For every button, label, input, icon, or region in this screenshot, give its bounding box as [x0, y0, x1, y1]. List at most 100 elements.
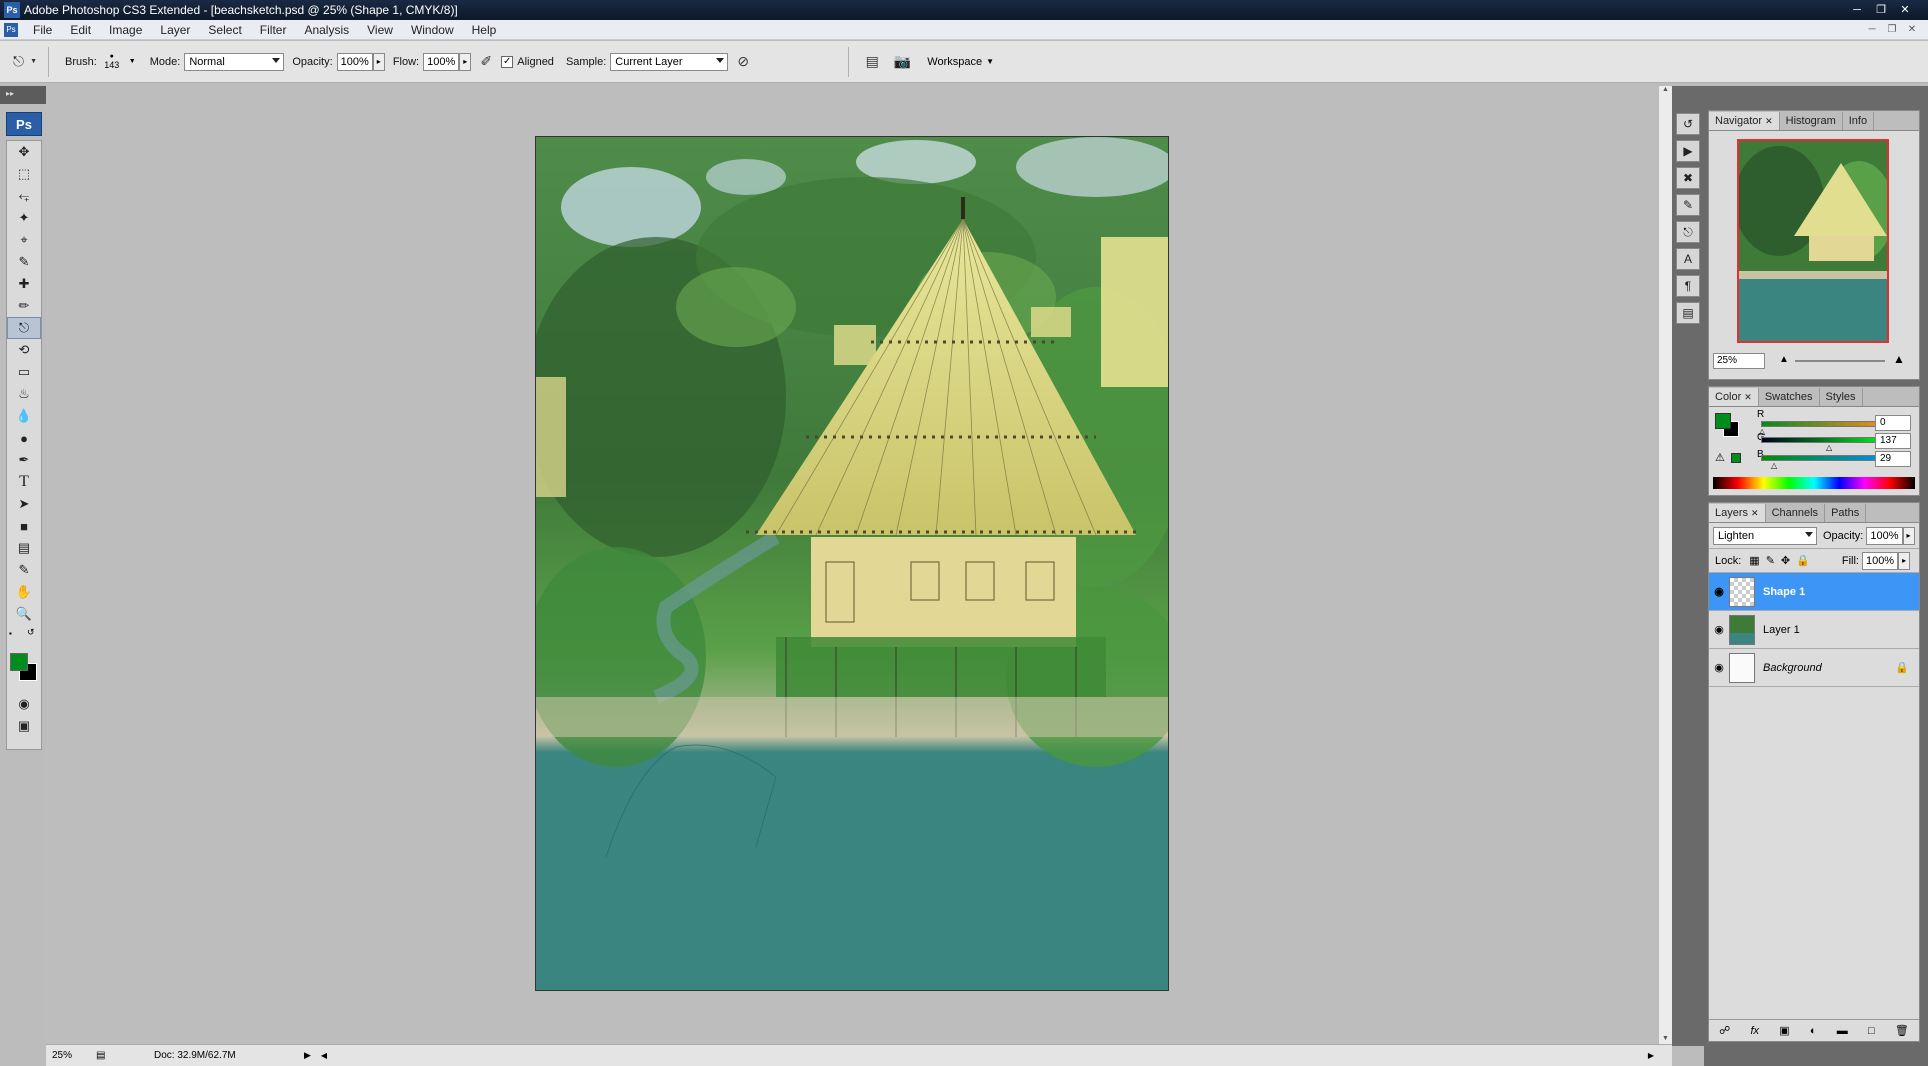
default-colors-icon[interactable]: ▪: [9, 629, 12, 638]
b-slider[interactable]: [1761, 455, 1893, 461]
document-icon[interactable]: Ps: [4, 22, 18, 37]
fill-arrow-icon[interactable]: ▸: [1898, 551, 1911, 570]
layer-style-icon[interactable]: fx: [1750, 1025, 1759, 1037]
tab-swatches[interactable]: Swatches: [1759, 388, 1820, 406]
path-selection-tool-icon[interactable]: ➤: [7, 493, 41, 515]
menu-image[interactable]: Image: [100, 23, 151, 37]
tool-presets-icon[interactable]: ✖: [1676, 167, 1700, 189]
document-canvas[interactable]: [535, 136, 1169, 991]
history-panel-icon[interactable]: ↺: [1676, 113, 1700, 135]
aligned-checkbox[interactable]: ✓: [501, 55, 514, 68]
tab-channels[interactable]: Channels: [1766, 504, 1826, 522]
menu-file[interactable]: File: [24, 23, 61, 37]
hand-tool-icon[interactable]: ✋: [7, 581, 41, 603]
lasso-tool-icon[interactable]: ⥆: [7, 185, 41, 207]
brush-picker[interactable]: ● 143: [101, 53, 123, 70]
tab-info[interactable]: Info: [1843, 112, 1875, 130]
brush-dropdown-icon[interactable]: ▼: [129, 58, 136, 65]
eraser-tool-icon[interactable]: ▭: [7, 361, 41, 383]
lock-position-icon[interactable]: ✥: [1781, 554, 1790, 567]
close-icon[interactable]: ✕: [1894, 2, 1916, 18]
doc-close-icon[interactable]: ✕: [1904, 23, 1920, 37]
tab-styles[interactable]: Styles: [1820, 388, 1863, 406]
blur-tool-icon[interactable]: 💧: [7, 405, 41, 427]
new-group-icon[interactable]: ▬: [1837, 1025, 1848, 1037]
layer-row-layer-1[interactable]: ◉ Layer 1: [1709, 611, 1919, 649]
fill-input[interactable]: 100%: [1861, 551, 1899, 570]
ignore-adjustment-layers-icon[interactable]: ⊘: [732, 51, 754, 73]
adjustment-layer-icon[interactable]: ◐: [1810, 1025, 1817, 1037]
vertical-scrollbar[interactable]: ▲ ▼: [1658, 86, 1672, 1044]
lock-image-icon[interactable]: ✎: [1766, 554, 1775, 567]
brushes-panel-icon[interactable]: ✎: [1676, 194, 1700, 216]
layer-name[interactable]: Layer 1: [1763, 624, 1800, 636]
tab-color[interactable]: Color ✕: [1709, 388, 1759, 406]
menu-window[interactable]: Window: [402, 23, 463, 37]
layer-name[interactable]: Background: [1763, 662, 1822, 674]
hscroll-right-icon[interactable]: ▶: [1648, 1051, 1654, 1060]
menu-help[interactable]: Help: [463, 23, 506, 37]
opacity-arrow-icon[interactable]: ▸: [372, 52, 385, 71]
navigator-thumbnail[interactable]: [1737, 139, 1889, 343]
gamut-color-chip[interactable]: [1731, 453, 1741, 463]
menu-filter[interactable]: Filter: [251, 23, 296, 37]
character-panel-icon[interactable]: A: [1676, 248, 1700, 270]
bridge-icon[interactable]: 📷: [891, 51, 913, 73]
workspace-button[interactable]: Workspace ▼: [927, 56, 994, 68]
layer-mask-icon[interactable]: ▣: [1779, 1024, 1789, 1037]
airbrush-icon[interactable]: ✐: [475, 51, 497, 73]
menu-analysis[interactable]: Analysis: [295, 23, 358, 37]
clone-source-icon[interactable]: ⎋: [1676, 221, 1700, 243]
delete-layer-icon[interactable]: 🗑: [1895, 1024, 1909, 1037]
toolbox-header[interactable]: ▸▸: [0, 86, 46, 104]
zoom-out-icon[interactable]: ▲: [1779, 354, 1789, 365]
doc-minimize-icon[interactable]: ─: [1864, 23, 1880, 37]
layer-row-shape-1[interactable]: ◉ Shape 1: [1709, 573, 1919, 611]
menu-select[interactable]: Select: [199, 23, 250, 37]
b-value[interactable]: 29: [1875, 451, 1911, 467]
paragraph-panel-icon[interactable]: ¶: [1676, 275, 1700, 297]
zoom-tool-icon[interactable]: 🔍: [7, 603, 41, 625]
tool-preset-picker[interactable]: ⎋ ▼: [13, 51, 37, 73]
magic-wand-tool-icon[interactable]: ✦: [7, 207, 41, 229]
new-layer-icon[interactable]: □: [1868, 1025, 1875, 1037]
navigator-zoom-slider[interactable]: [1795, 360, 1885, 362]
ps-logo-icon[interactable]: Ps: [6, 112, 42, 136]
restore-icon[interactable]: ❐: [1870, 2, 1892, 18]
status-icon[interactable]: ▤: [96, 1050, 114, 1061]
gamut-warning-icon[interactable]: ⚠: [1715, 451, 1725, 464]
blend-mode-select[interactable]: Lighten: [1713, 526, 1817, 545]
visibility-eye-icon[interactable]: ◉: [1709, 623, 1729, 636]
status-zoom[interactable]: 25%: [52, 1050, 96, 1061]
minimize-icon[interactable]: ─: [1846, 2, 1868, 18]
hscroll-left-icon[interactable]: ◀: [321, 1051, 327, 1060]
layer-opacity-arrow-icon[interactable]: ▸: [1902, 526, 1915, 545]
scroll-down-icon[interactable]: ▼: [1659, 1035, 1672, 1042]
g-slider-thumb-icon[interactable]: △: [1826, 443, 1832, 452]
brush-tool-icon[interactable]: ✏: [7, 295, 41, 317]
opacity-input[interactable]: 100%: [336, 52, 373, 71]
clone-stamp-tool-icon[interactable]: ⎋: [7, 317, 41, 339]
zoom-in-icon[interactable]: ▲: [1893, 352, 1905, 366]
swap-colors-icon[interactable]: ↺: [27, 627, 35, 638]
history-brush-tool-icon[interactable]: ⟲: [7, 339, 41, 361]
palette-well-icon[interactable]: ▤: [861, 51, 883, 73]
crop-tool-icon[interactable]: ⌖: [7, 229, 41, 251]
foreground-color-swatch[interactable]: [10, 653, 28, 671]
type-tool-icon[interactable]: T: [7, 471, 41, 493]
notes-tool-icon[interactable]: ▤: [7, 537, 41, 559]
layer-opacity-input[interactable]: 100%: [1866, 526, 1903, 545]
lock-transparent-icon[interactable]: ▦: [1749, 554, 1759, 567]
status-menu-arrow-icon[interactable]: ▶: [304, 1050, 311, 1061]
lock-all-icon[interactable]: 🔒: [1796, 554, 1810, 567]
visibility-eye-icon[interactable]: ◉: [1709, 661, 1729, 674]
r-slider[interactable]: [1761, 421, 1893, 427]
screen-mode-icon[interactable]: ▣: [7, 715, 41, 737]
pen-tool-icon[interactable]: ✒: [7, 449, 41, 471]
marquee-tool-icon[interactable]: ⬚: [7, 163, 41, 185]
navigator-zoom-input[interactable]: 25%: [1713, 353, 1765, 369]
actions-panel-icon[interactable]: ▶: [1676, 140, 1700, 162]
paint-bucket-tool-icon[interactable]: ♨: [7, 383, 41, 405]
link-layers-icon[interactable]: ☍: [1719, 1024, 1730, 1037]
layer-name[interactable]: Shape 1: [1763, 586, 1805, 598]
